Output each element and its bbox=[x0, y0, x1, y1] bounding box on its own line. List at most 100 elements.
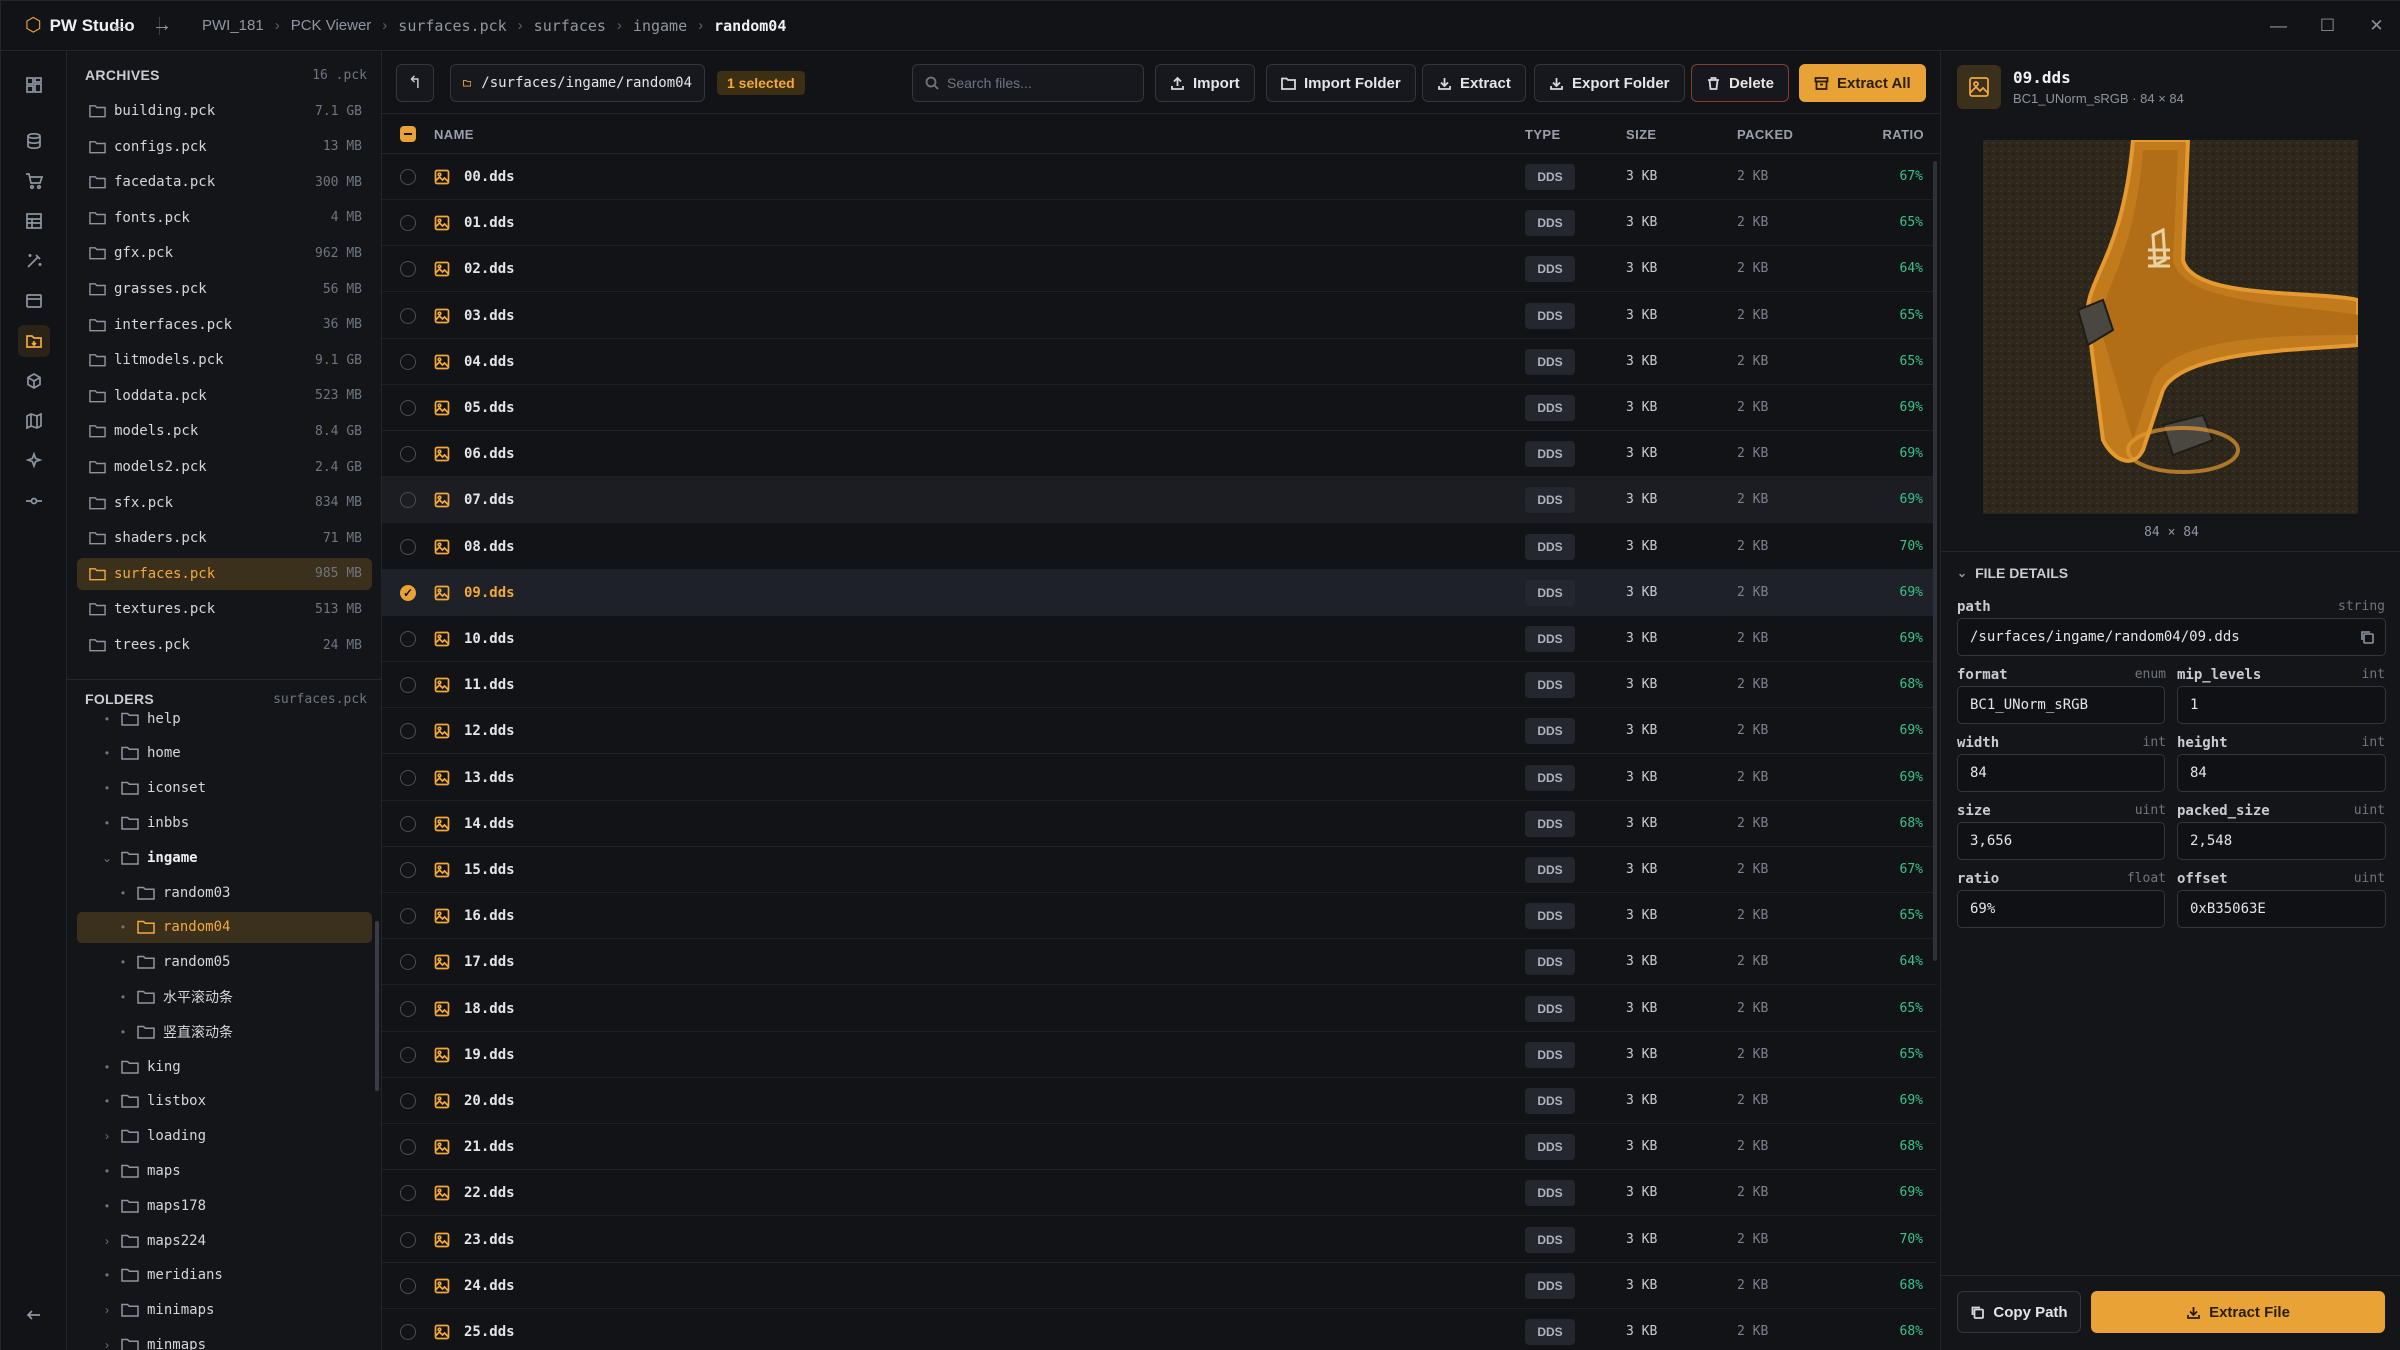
copy-path-button[interactable]: Copy Path bbox=[1957, 1291, 2081, 1333]
table-row[interactable]: 02.dds DDS 3 KB 2 KB 64% bbox=[382, 246, 1937, 293]
sidebar-scrollbar[interactable] bbox=[375, 921, 379, 1091]
row-checkbox[interactable] bbox=[400, 769, 416, 786]
breadcrumb-item[interactable]: surfaces.pck bbox=[398, 17, 506, 35]
row-checkbox[interactable] bbox=[400, 400, 416, 416]
ratio-field[interactable]: 69% bbox=[1957, 890, 2165, 928]
table-row[interactable]: 08.dds DDS 3 KB 2 KB 70% bbox=[382, 524, 1937, 570]
extract-file-button[interactable]: Extract File bbox=[2091, 1291, 2385, 1333]
up-folder-button[interactable]: ↰ bbox=[396, 64, 434, 102]
table-icon[interactable] bbox=[18, 205, 50, 237]
import-button[interactable]: Import bbox=[1155, 64, 1255, 102]
archive-item[interactable]: loddata.pck 523 MB bbox=[77, 380, 372, 412]
archive-item[interactable]: trees.pck 24 MB bbox=[77, 629, 372, 661]
table-row[interactable]: 15.dds DDS 3 KB 2 KB 67% bbox=[382, 847, 1937, 893]
folder-item[interactable]: • meridians bbox=[97, 1260, 357, 1291]
archive-item[interactable]: models.pck 8.4 GB bbox=[77, 415, 372, 447]
folder-item[interactable]: • help bbox=[97, 703, 357, 734]
table-row[interactable]: ✓ 09.dds DDS 3 KB 2 KB 69% bbox=[382, 569, 1937, 616]
table-row[interactable]: 05.dds DDS 3 KB 2 KB 69% bbox=[382, 385, 1937, 431]
table-row[interactable]: 10.dds DDS 3 KB 2 KB 69% bbox=[382, 616, 1937, 662]
row-checkbox[interactable]: ✓ bbox=[400, 584, 416, 601]
folder-item[interactable]: › maps224 bbox=[97, 1225, 357, 1256]
extract-all-button[interactable]: Extract All bbox=[1799, 64, 1926, 102]
extract-button[interactable]: Extract bbox=[1422, 64, 1526, 102]
table-row[interactable]: 04.dds DDS 3 KB 2 KB 65% bbox=[382, 339, 1937, 385]
height-field[interactable]: 84 bbox=[2177, 754, 2386, 792]
chevron-right-icon[interactable]: › bbox=[97, 1234, 117, 1248]
table-row[interactable]: 00.dds DDS 3 KB 2 KB 67% bbox=[382, 154, 1937, 200]
archive-item[interactable]: textures.pck 513 MB bbox=[77, 593, 372, 625]
cart-icon[interactable] bbox=[18, 165, 50, 197]
size-field[interactable]: 3,656 bbox=[1957, 822, 2165, 860]
row-checkbox[interactable] bbox=[400, 261, 416, 278]
forward-arrow-icon[interactable]: → bbox=[152, 14, 172, 37]
archive-item[interactable]: building.pck 7.1 GB bbox=[77, 95, 372, 127]
table-row[interactable]: 22.dds DDS 3 KB 2 KB 69% bbox=[382, 1170, 1937, 1217]
archive-item[interactable]: sfx.pck 834 MB bbox=[77, 487, 372, 519]
table-row[interactable]: 25.dds DDS 3 KB 2 KB 68% bbox=[382, 1309, 1937, 1350]
maximize-icon[interactable]: ☐ bbox=[2303, 16, 2352, 36]
folder-item[interactable]: • listbox bbox=[97, 1086, 357, 1117]
row-checkbox[interactable] bbox=[400, 1093, 416, 1109]
row-checkbox[interactable] bbox=[400, 631, 416, 647]
archive-item[interactable]: facedata.pck 300 MB bbox=[77, 166, 372, 198]
dashboard-icon[interactable] bbox=[18, 69, 50, 101]
close-icon[interactable]: ✕ bbox=[2352, 16, 2400, 36]
table-row[interactable]: 19.dds DDS 3 KB 2 KB 65% bbox=[382, 1032, 1937, 1078]
copy-icon[interactable] bbox=[2359, 629, 2375, 645]
row-checkbox[interactable] bbox=[400, 538, 416, 555]
column-ratio[interactable]: RATIO bbox=[1883, 127, 1924, 142]
row-checkbox[interactable] bbox=[400, 1277, 416, 1294]
folder-item[interactable]: • random03 bbox=[113, 877, 357, 908]
row-checkbox[interactable] bbox=[400, 1000, 416, 1017]
chevron-down-icon[interactable]: ⌄ bbox=[97, 851, 117, 865]
table-row[interactable]: 23.dds DDS 3 KB 2 KB 70% bbox=[382, 1217, 1937, 1263]
sparkle-icon[interactable] bbox=[18, 445, 50, 477]
archive-item[interactable]: gfx.pck 962 MB bbox=[77, 237, 372, 269]
breadcrumb-item[interactable]: PWI_181 bbox=[202, 17, 264, 34]
folder-item[interactable]: • maps bbox=[97, 1155, 357, 1186]
table-row[interactable]: 07.dds DDS 3 KB 2 KB 69% bbox=[382, 477, 1937, 524]
table-row[interactable]: 17.dds DDS 3 KB 2 KB 64% bbox=[382, 939, 1937, 986]
row-checkbox[interactable] bbox=[400, 1324, 416, 1340]
table-row[interactable]: 16.dds DDS 3 KB 2 KB 65% bbox=[382, 893, 1937, 940]
row-checkbox[interactable] bbox=[400, 815, 416, 832]
archive-item[interactable]: litmodels.pck 9.1 GB bbox=[77, 344, 372, 376]
archive-item[interactable]: models2.pck 2.4 GB bbox=[77, 451, 372, 483]
row-checkbox[interactable] bbox=[400, 1185, 416, 1202]
folder-item[interactable]: › minimaps bbox=[97, 1295, 357, 1326]
archive-item[interactable]: shaders.pck 71 MB bbox=[77, 522, 372, 554]
row-checkbox[interactable] bbox=[400, 862, 416, 878]
column-size[interactable]: SIZE bbox=[1626, 127, 1657, 142]
row-checkbox[interactable] bbox=[400, 908, 416, 925]
table-row[interactable]: 11.dds DDS 3 KB 2 KB 68% bbox=[382, 662, 1937, 709]
cube-icon[interactable] bbox=[18, 365, 50, 397]
table-row[interactable]: 06.dds DDS 3 KB 2 KB 69% bbox=[382, 431, 1937, 478]
folder-item[interactable]: • random05 bbox=[113, 947, 357, 978]
row-checkbox[interactable] bbox=[400, 446, 416, 463]
row-checkbox[interactable] bbox=[400, 954, 416, 971]
row-checkbox[interactable] bbox=[400, 307, 416, 324]
minimize-icon[interactable]: — bbox=[2254, 16, 2303, 36]
row-checkbox[interactable] bbox=[400, 1231, 416, 1248]
table-row[interactable]: 20.dds DDS 3 KB 2 KB 69% bbox=[382, 1078, 1937, 1124]
search-input[interactable]: Search files... bbox=[912, 64, 1144, 102]
map-icon[interactable] bbox=[18, 405, 50, 437]
table-row[interactable]: 14.dds DDS 3 KB 2 KB 68% bbox=[382, 801, 1937, 847]
table-row[interactable]: 13.dds DDS 3 KB 2 KB 69% bbox=[382, 755, 1937, 801]
table-row[interactable]: 03.dds DDS 3 KB 2 KB 65% bbox=[382, 293, 1937, 339]
folder-item[interactable]: • home bbox=[97, 738, 357, 769]
commit-icon[interactable] bbox=[18, 485, 50, 517]
chevron-right-icon[interactable]: › bbox=[97, 1129, 117, 1143]
column-packed[interactable]: PACKED bbox=[1737, 127, 1793, 142]
archive-item[interactable]: configs.pck 13 MB bbox=[77, 131, 372, 163]
folder-item[interactable]: • 水平滚动条 bbox=[113, 981, 357, 1012]
table-row[interactable]: 18.dds DDS 3 KB 2 KB 65% bbox=[382, 986, 1937, 1032]
row-checkbox[interactable] bbox=[400, 353, 416, 370]
folder-item[interactable]: ⌄ ingame bbox=[97, 842, 357, 873]
mip-levels-field[interactable]: 1 bbox=[2177, 686, 2386, 724]
row-checkbox[interactable] bbox=[400, 723, 416, 740]
folder-item[interactable]: • inbbs bbox=[97, 807, 357, 838]
export-folder-button[interactable]: Export Folder bbox=[1534, 64, 1685, 102]
archive-item[interactable]: surfaces.pck 985 MB bbox=[77, 557, 372, 590]
